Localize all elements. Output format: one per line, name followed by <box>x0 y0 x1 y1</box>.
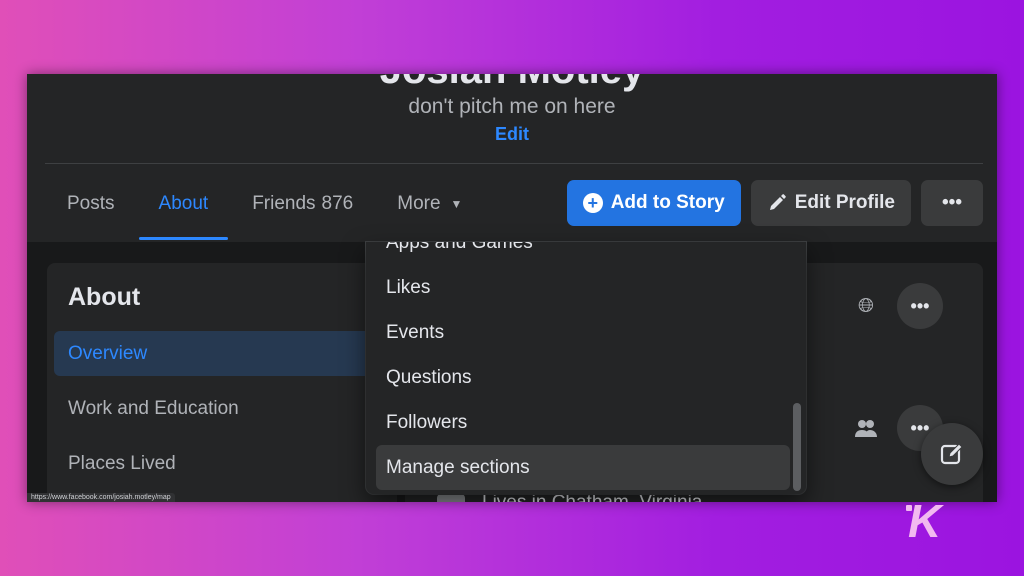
about-title: About <box>68 283 141 311</box>
about-nav: Overview Work and Education Places Lived <box>54 331 397 496</box>
tab-label: Friends <box>252 193 316 214</box>
watermark-logo: K <box>908 495 942 547</box>
add-to-story-button[interactable]: + Add to Story <box>566 180 741 226</box>
edit-bio-link[interactable]: Edit <box>27 124 997 145</box>
row-options-button[interactable]: ••• <box>897 283 943 329</box>
profile-name: Josiah Motley <box>27 74 997 93</box>
more-menu-dropdown: Apps and Games Likes Events Questions Fo… <box>366 242 806 494</box>
compose-icon <box>940 443 963 465</box>
profile-tabs: Posts About Friends 876 More ▼ <box>45 174 484 240</box>
menu-item-likes[interactable]: Likes <box>376 265 790 310</box>
friends-icon <box>855 417 877 439</box>
status-bar-url: https://www.facebook.com/josiah.motley/m… <box>27 493 175 502</box>
plus-circle-icon: + <box>582 193 603 213</box>
caret-down-icon: ▼ <box>450 197 463 211</box>
tab-about[interactable]: About <box>137 174 231 240</box>
pencil-icon <box>769 194 786 210</box>
tab-friends[interactable]: Friends 876 <box>230 174 375 234</box>
menu-scrollbar[interactable] <box>793 403 801 491</box>
more-menu-list: Apps and Games Likes Events Questions Fo… <box>376 242 790 490</box>
header-divider <box>45 163 983 164</box>
overview-row: 🌐︎ ••• <box>855 283 943 329</box>
menu-item-questions[interactable]: Questions <box>376 355 790 400</box>
tab-more[interactable]: More ▼ <box>375 174 484 234</box>
about-card: About Overview Work and Education Places… <box>47 263 397 502</box>
profile-more-button[interactable]: ••• <box>921 180 983 226</box>
about-nav-places-lived[interactable]: Places Lived <box>54 441 397 486</box>
browser-viewport: Josiah Motley don't pitch me on here Edi… <box>27 74 997 502</box>
menu-item-events[interactable]: Events <box>376 310 790 355</box>
about-nav-overview[interactable]: Overview <box>54 331 397 376</box>
profile-bio: don't pitch me on here <box>408 95 616 118</box>
edit-profile-button[interactable]: Edit Profile <box>750 180 911 226</box>
tab-label: About <box>158 193 209 214</box>
menu-item-manage-sections[interactable]: Manage sections <box>376 445 790 490</box>
about-nav-work-education[interactable]: Work and Education <box>54 386 397 431</box>
new-message-button[interactable] <box>921 423 983 485</box>
friends-count: 876 <box>321 193 354 214</box>
edit-profile-label: Edit Profile <box>794 192 895 213</box>
home-icon <box>437 494 465 502</box>
menu-item-apps-and-games[interactable]: Apps and Games <box>376 242 790 265</box>
tab-posts[interactable]: Posts <box>45 174 137 234</box>
more-dots-icon: ••• <box>942 192 962 213</box>
menu-item-followers[interactable]: Followers <box>376 400 790 445</box>
tab-label: More <box>397 193 441 214</box>
add-to-story-label: Add to Story <box>610 192 725 213</box>
globe-icon: 🌐︎ <box>858 294 874 317</box>
tab-label: Posts <box>67 193 115 214</box>
profile-actions: + Add to Story Edit Profile ••• <box>566 180 983 226</box>
